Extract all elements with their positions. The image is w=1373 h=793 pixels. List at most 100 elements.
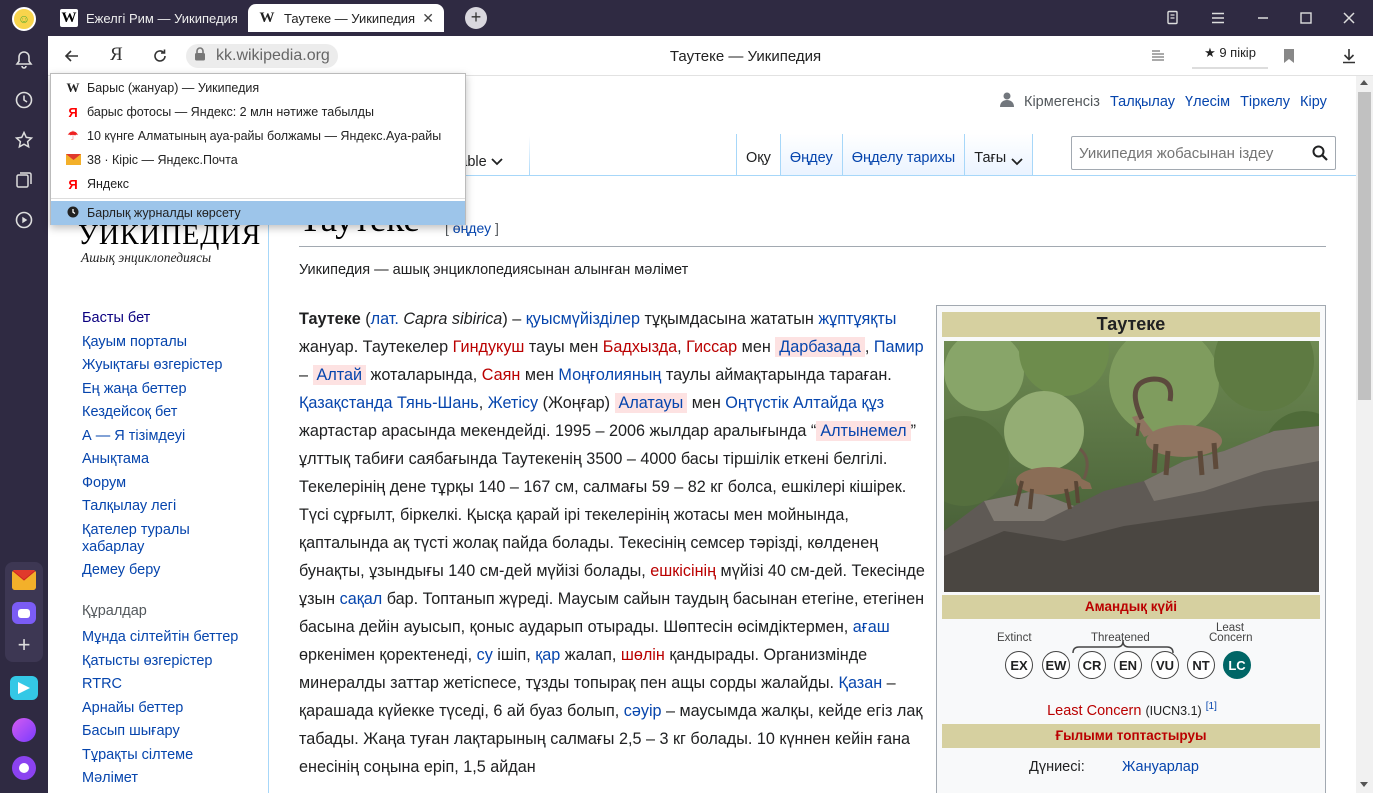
alice-app-icon[interactable] <box>12 718 36 742</box>
tool-print[interactable]: Басып шығару <box>82 723 252 740</box>
tab-tauteke[interactable]: W Таутеке — Уикипедия ✕ <box>248 4 444 32</box>
nav-recent-changes[interactable]: Жуықтағы өзгерістер <box>82 357 252 374</box>
nav-report-errors[interactable]: Қателер туралы хабарлау <box>82 522 212 556</box>
iucn-scale: Extinct Threatened Least Concern EX EW C… <box>997 622 1277 693</box>
register-link[interactable]: Тіркелу <box>1240 94 1290 110</box>
link-hindukush[interactable]: Гиндукуш <box>453 338 525 356</box>
tabs-list-icon[interactable] <box>1165 10 1181 31</box>
history-clock-icon[interactable] <box>14 90 34 115</box>
nav-forum[interactable]: Форум <box>82 475 252 492</box>
link-mongolia[interactable]: Моңғолияның <box>558 366 661 384</box>
link-zhetisu[interactable]: Жетiсу <box>488 394 538 412</box>
scrollbar-thumb[interactable] <box>1358 92 1371 400</box>
link-agash[interactable]: ағаш <box>853 618 890 636</box>
link-pamir[interactable]: Памир <box>874 338 924 356</box>
history-item[interactable]: ☂ 10 күнге Алматының ауа-райы болжамы — … <box>51 124 465 148</box>
nav-donate[interactable]: Демеу беру <box>82 562 252 579</box>
reload-icon[interactable] <box>152 48 168 69</box>
nav-discussion-feed[interactable]: Талқылау легі <box>82 498 252 515</box>
link-altynemel[interactable]: Алтынемел <box>816 421 911 441</box>
link-zhuptuyakty[interactable]: жұптұяқты <box>818 310 896 328</box>
link-kar[interactable]: қар <box>535 646 560 664</box>
nav-help[interactable]: Анықтама <box>82 451 252 468</box>
link-south-altai[interactable]: Оңтүстiк Алтайда <box>725 394 857 412</box>
media-play-icon[interactable] <box>14 210 34 235</box>
link-gissar[interactable]: Гиссар <box>686 338 737 356</box>
link-kuysmuyizdiler[interactable]: қуысмүйіздiлер <box>526 310 640 328</box>
music-app-icon[interactable] <box>10 676 38 700</box>
vertical-scrollbar[interactable] <box>1356 76 1373 793</box>
profile-avatar-icon[interactable]: ☺ <box>12 7 36 31</box>
history-item[interactable]: 38 · Кіріс — Яндекс.Почта <box>51 148 465 172</box>
messenger-app-icon[interactable] <box>12 602 36 624</box>
show-all-history-button[interactable]: Барлық журналды көрсету <box>51 201 465 225</box>
link-su[interactable]: су <box>477 646 493 664</box>
tool-page-info[interactable]: Мәлімет <box>82 770 252 787</box>
link-lat[interactable]: лат. <box>371 310 399 328</box>
nav-community-portal[interactable]: Қауым порталы <box>82 334 252 351</box>
history-item[interactable]: W Барыс (жануар) — Уикипедия <box>51 76 465 100</box>
link-darbaza[interactable]: Дарбазада <box>775 337 865 357</box>
bookmarks-star-icon[interactable] <box>14 130 34 155</box>
tool-related-changes[interactable]: Қатысты өзгерістер <box>82 653 252 670</box>
link-tianshan[interactable]: Қазақстанда Тянь-Шань <box>299 394 479 412</box>
link-shol[interactable]: шөлiн <box>621 646 665 664</box>
search-box[interactable] <box>1071 136 1336 170</box>
nav-a-z-index[interactable]: А — Я тізімдеуі <box>82 428 252 445</box>
contributions-link[interactable]: Үлесім <box>1185 94 1230 110</box>
tab-read[interactable]: Оқу <box>736 134 780 176</box>
tool-rtrc[interactable]: RTRC <box>82 676 252 693</box>
close-tab-icon[interactable]: ✕ <box>422 10 434 27</box>
reviews-button[interactable]: ★ 9 пікір <box>1192 41 1268 69</box>
link-badkhyz[interactable]: Бадхызда <box>603 338 677 356</box>
scroll-down-arrow-icon[interactable] <box>1360 782 1368 787</box>
search-icon[interactable] <box>1312 145 1328 166</box>
history-item[interactable]: Я барыс фотосы — Яндекс: 2 млн нәтиже та… <box>51 100 465 124</box>
tab-edit[interactable]: Өңдеу <box>779 134 842 176</box>
tab-ezhelgi-rim[interactable]: W Ежелгі Рим — Уикипедия <box>50 4 246 32</box>
tab-history[interactable]: Өңделу тарихы <box>841 134 965 176</box>
maximize-window-icon[interactable] <box>1298 10 1314 31</box>
tab-more[interactable]: Тағы <box>964 134 1034 176</box>
kingdom-value-link[interactable]: Жануарлар <box>1122 759 1199 775</box>
link-sayan[interactable]: Саян <box>482 366 521 384</box>
collections-icon[interactable] <box>14 170 34 195</box>
back-arrow-icon[interactable] <box>64 48 80 69</box>
bookmark-icon[interactable] <box>1282 48 1296 69</box>
nav-main-page[interactable]: Басты бет <box>82 310 252 327</box>
link-altai[interactable]: Алтай <box>312 365 367 385</box>
link-sauir[interactable]: сәуір <box>624 702 662 720</box>
menu-hamburger-icon[interactable] <box>1210 10 1226 31</box>
scroll-up-arrow-icon[interactable] <box>1360 80 1368 85</box>
mail-app-icon[interactable] <box>12 570 36 590</box>
new-tab-button[interactable]: + <box>465 7 487 29</box>
reference-link[interactable]: [1] <box>1206 701 1217 712</box>
user-icon <box>1000 92 1014 111</box>
yandex-home-icon[interactable]: Я <box>110 44 123 66</box>
link-sakal[interactable]: сақал <box>340 590 383 608</box>
nav-new-pages[interactable]: Ең жаңа беттер <box>82 381 252 398</box>
star-icon: ★ <box>1204 45 1216 60</box>
link-kazan[interactable]: Қазан <box>839 674 883 692</box>
link-eshki[interactable]: ешкiсiнiң <box>650 562 716 580</box>
add-app-icon[interactable]: + <box>12 634 36 656</box>
downloads-icon[interactable] <box>1341 48 1357 69</box>
infobox-image[interactable] <box>944 341 1319 592</box>
url-field[interactable]: kk.wikipedia.org <box>186 44 338 68</box>
talk-link[interactable]: Талқылау <box>1110 94 1175 110</box>
least-concern-link[interactable]: Least Concern <box>1047 703 1141 719</box>
link-kuz[interactable]: құз <box>861 394 884 412</box>
nav-random-page[interactable]: Кездейсоқ бет <box>82 404 252 421</box>
close-window-icon[interactable] <box>1341 10 1357 31</box>
minimize-window-icon[interactable] <box>1255 10 1271 31</box>
tool-permanent-link[interactable]: Тұрақты сілтеме <box>82 747 252 764</box>
login-link[interactable]: Кіру <box>1300 94 1327 110</box>
notifications-bell-icon[interactable] <box>14 50 34 75</box>
reader-mode-icon[interactable] <box>1150 48 1166 69</box>
alice-voice-icon[interactable] <box>12 756 36 780</box>
history-item[interactable]: Я Яндекс <box>51 172 465 196</box>
search-input[interactable] <box>1072 137 1302 169</box>
tool-special-pages[interactable]: Арнайы беттер <box>82 700 252 717</box>
link-alatau[interactable]: Алатауы <box>614 393 688 413</box>
tool-what-links-here[interactable]: Мұнда сілтейтін беттер <box>82 629 252 646</box>
